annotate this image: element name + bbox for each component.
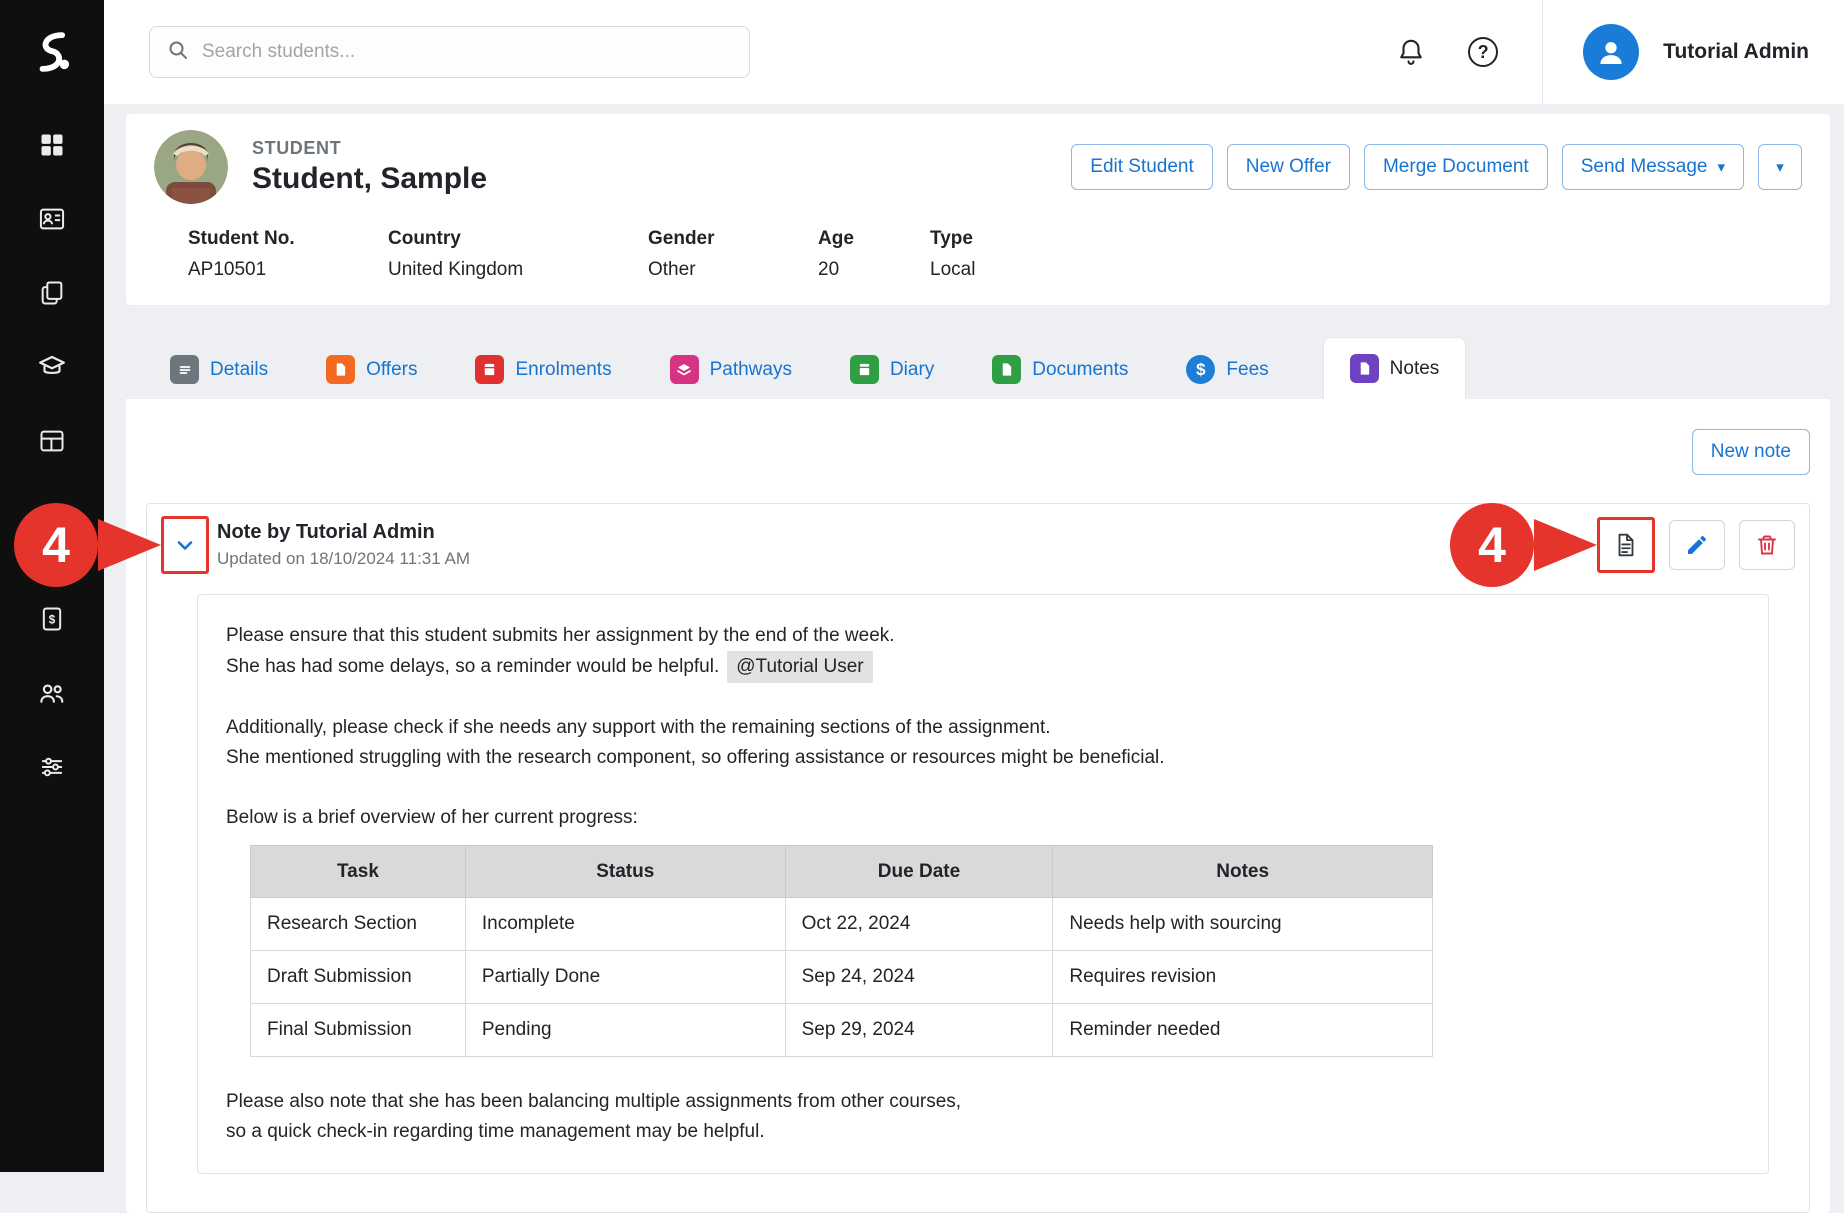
enrolments-tab-icon [475,355,504,384]
tab-fees[interactable]: $ Fees [1182,340,1272,399]
field-label: Gender [648,228,818,250]
topbar-right: ? Tutorial Admin [1394,0,1809,104]
notes-tab-icon [1350,354,1379,383]
student-header-row: STUDENT Student, Sample Edit Student New… [126,114,1830,208]
topbar-divider [1542,0,1543,104]
caret-down-icon: ▾ [1776,160,1784,175]
edit-note-button[interactable] [1669,520,1725,570]
student-fields: Student No. AP10501 Country United Kingdom… [126,208,1830,305]
note-card: 4 Note by Tutoria [146,503,1810,1213]
settings-sliders-icon[interactable] [37,752,67,782]
field-value: AP10501 [188,259,388,281]
tab-details[interactable]: Details [166,340,272,399]
modules-icon[interactable] [37,426,67,456]
note-title-block: Note by Tutorial Admin Updated on 18/10/… [217,521,470,569]
search-box[interactable] [149,26,750,78]
annotation-box-document [1597,517,1655,573]
table-row: Final Submission Pending Sep 29, 2024 Re… [251,1004,1433,1057]
note-header: 4 Note by Tutoria [147,504,1809,586]
note-updated-timestamp: Updated on 18/10/2024 11:31 AM [217,549,470,569]
field-label: Type [930,228,975,250]
search-input[interactable] [202,41,733,63]
topbar: ? Tutorial Admin [104,0,1844,104]
field-label: Country [388,228,648,250]
content-area: STUDENT Student, Sample Edit Student New… [104,104,1844,1213]
edit-student-button[interactable]: Edit Student [1071,144,1213,190]
note-document-button[interactable] [1602,522,1650,568]
table-header-row: Task Status Due Date Notes [251,846,1433,898]
sidebar: $ [0,0,104,1172]
field-value: Local [930,259,975,281]
field-label: Age [818,228,930,250]
note-paragraph: Additionally, please check if she needs … [226,713,1740,773]
sidebar-nav: $ [37,130,67,782]
field-label: Student No. [188,228,388,250]
notes-panel: New note 4 [126,399,1830,1213]
student-kicker: STUDENT [252,138,487,159]
column-header: Task [251,846,466,898]
tab-offers[interactable]: Offers [322,340,421,399]
column-header: Due Date [785,846,1053,898]
new-offer-button[interactable]: New Offer [1227,144,1350,190]
student-name: Student, Sample [252,162,487,196]
tab-notes[interactable]: Notes [1323,337,1467,399]
more-actions-button[interactable]: ▾ [1758,144,1802,190]
user-name: Tutorial Admin [1663,40,1809,64]
send-message-button[interactable]: Send Message ▾ [1562,144,1744,190]
student-identity: STUDENT Student, Sample [252,138,487,196]
fees-tab-icon: $ [1186,355,1215,384]
collapse-note-button[interactable] [166,521,204,569]
student-header-card: STUDENT Student, Sample Edit Student New… [126,114,1830,305]
field-value: 20 [818,259,930,281]
app-window: $ [0,0,1844,1172]
table-row: Research Section Incomplete Oct 22, 2024… [251,898,1433,951]
student-actions: Edit Student New Offer Merge Document Se… [1071,144,1802,190]
note-actions: 4 [1597,517,1795,573]
student-tabs: Details Offers Enrolments [126,337,1830,399]
main-area: ? Tutorial Admin [104,0,1844,1172]
user-mention: @Tutorial User [727,651,872,683]
tab-documents[interactable]: Documents [988,340,1132,399]
details-tab-icon [170,355,199,384]
caret-down-icon: ▾ [1717,160,1725,175]
search-icon [166,38,190,67]
field-value: Other [648,259,818,281]
column-header: Notes [1053,846,1433,898]
agents-icon[interactable] [37,678,67,708]
offers-documents-icon[interactable] [37,278,67,308]
dashboard-icon[interactable] [37,130,67,160]
tab-pathways[interactable]: Pathways [666,340,796,399]
field-value: United Kingdom [388,259,648,281]
documents-tab-icon [992,355,1021,384]
fees-invoice-icon[interactable]: $ [37,604,67,634]
user-avatar[interactable] [1583,24,1639,80]
student-photo [154,130,228,204]
diary-tab-icon [850,355,879,384]
note-body: Please ensure that this student submits … [197,594,1769,1174]
note-paragraph: Please also note that she has been balan… [226,1087,1740,1147]
app-logo-icon [0,0,104,104]
annotation-box-collapse [161,516,209,574]
tab-diary[interactable]: Diary [846,340,938,399]
svg-text:$: $ [49,614,56,627]
annotation-step-4-right: 4 [1447,499,1601,591]
note-paragraph: Below is a brief overview of her current… [226,803,1740,833]
delete-note-button[interactable] [1739,520,1795,570]
notes-panel-header: New note [126,399,1830,475]
courses-icon[interactable] [37,352,67,382]
note-title: Note by Tutorial Admin [217,521,470,544]
svg-text:4: 4 [1478,517,1506,573]
students-icon[interactable] [37,204,67,234]
table-row: Draft Submission Partially Done Sep 24, … [251,951,1433,1004]
note-paragraph: Please ensure that this student submits … [226,621,1740,683]
pathways-tab-icon [670,355,699,384]
new-note-button[interactable]: New note [1692,429,1810,475]
notifications-bell-icon[interactable] [1394,35,1428,69]
help-icon[interactable]: ? [1466,35,1500,69]
merge-document-button[interactable]: Merge Document [1364,144,1548,190]
progress-table: Task Status Due Date Notes Research Sect… [250,845,1433,1057]
column-header: Status [465,846,785,898]
tab-enrolments[interactable]: Enrolments [471,340,615,399]
offers-tab-icon [326,355,355,384]
